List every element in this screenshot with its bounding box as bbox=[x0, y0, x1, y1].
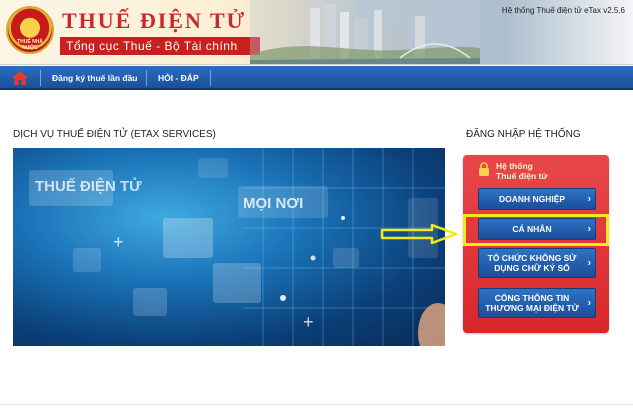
banner-heading-anywhere: MỌI NƠI bbox=[243, 195, 304, 212]
organization-button-label-line1: TỔ CHỨC KHÔNG SỬ bbox=[487, 253, 577, 263]
chevron-right-icon: › bbox=[587, 193, 591, 205]
business-login-button[interactable]: DOANH NGHIỆP › bbox=[478, 188, 596, 210]
nav-divider bbox=[210, 70, 211, 86]
main-navbar: Đăng ký thuế lần đầu HỎI - ĐÁP bbox=[0, 66, 633, 90]
nav-divider bbox=[40, 70, 41, 86]
ecommerce-button-label-line2: THƯƠNG MẠI ĐIỆN TỬ bbox=[485, 303, 579, 313]
site-subtitle: Tổng cục Thuế - Bộ Tài chính bbox=[60, 37, 260, 55]
arrow-right-icon bbox=[380, 224, 458, 244]
site-header: ★ THUẾ NHÀ NƯỚC THUẾ ĐIỆN TỬ Tổng cục Th… bbox=[0, 0, 633, 65]
site-title[interactable]: THUẾ ĐIỆN TỬ bbox=[62, 8, 246, 34]
nav-item-faq[interactable]: HỎI - ĐÁP bbox=[158, 66, 199, 90]
svg-text:+: + bbox=[113, 232, 124, 252]
login-section-title: ĐĂNG NHẬP HỆ THỐNG bbox=[466, 129, 581, 140]
system-version: Hệ thống Thuế điện tử eTax v2.5.6 bbox=[501, 6, 625, 15]
organization-no-signature-button[interactable]: TỔ CHỨC KHÔNG SỬ DỤNG CHỮ KÝ SỐ › bbox=[478, 248, 596, 278]
star-icon: ★ bbox=[22, 16, 37, 33]
panel-label-line1: Hệ thống bbox=[496, 161, 533, 171]
chevron-right-icon: › bbox=[587, 257, 591, 269]
ecommerce-portal-button[interactable]: CỔNG THÔNG TIN THƯƠNG MẠI ĐIỆN TỬ › bbox=[478, 288, 596, 318]
nav-item-first-tax-registration[interactable]: Đăng ký thuế lần đầu bbox=[52, 66, 138, 90]
panel-label-line2: Thuế điện tử bbox=[496, 171, 548, 181]
footer-divider bbox=[0, 404, 633, 405]
services-section-title: DỊCH VỤ THUẾ ĐIỆN TỬ (ETAX SERVICES) bbox=[13, 129, 216, 140]
home-icon[interactable] bbox=[12, 71, 28, 85]
emblem-text: THUẾ NHÀ NƯỚC bbox=[17, 39, 43, 51]
emblem-logo[interactable]: ★ THUẾ NHÀ NƯỚC bbox=[6, 6, 54, 54]
nav-divider bbox=[146, 70, 147, 86]
etax-banner-image: + + THUẾ ĐIỆN TỬ MỌI NƠI bbox=[13, 148, 445, 346]
banner-heading-etax: THUẾ ĐIỆN TỬ bbox=[35, 178, 142, 195]
svg-text:+: + bbox=[303, 312, 314, 332]
ecommerce-button-label-line1: CỔNG THÔNG TIN bbox=[494, 293, 570, 303]
panel-label: Hệ thống Thuế điện tử bbox=[496, 161, 548, 181]
chevron-right-icon: › bbox=[587, 297, 591, 309]
organization-button-label-line2: DỤNG CHỮ KÝ SỐ bbox=[494, 263, 570, 273]
lock-icon bbox=[479, 162, 489, 176]
city-skyline-image bbox=[250, 0, 480, 64]
business-button-label: DOANH NGHIỆP bbox=[498, 194, 566, 204]
highlight-frame bbox=[463, 214, 609, 246]
